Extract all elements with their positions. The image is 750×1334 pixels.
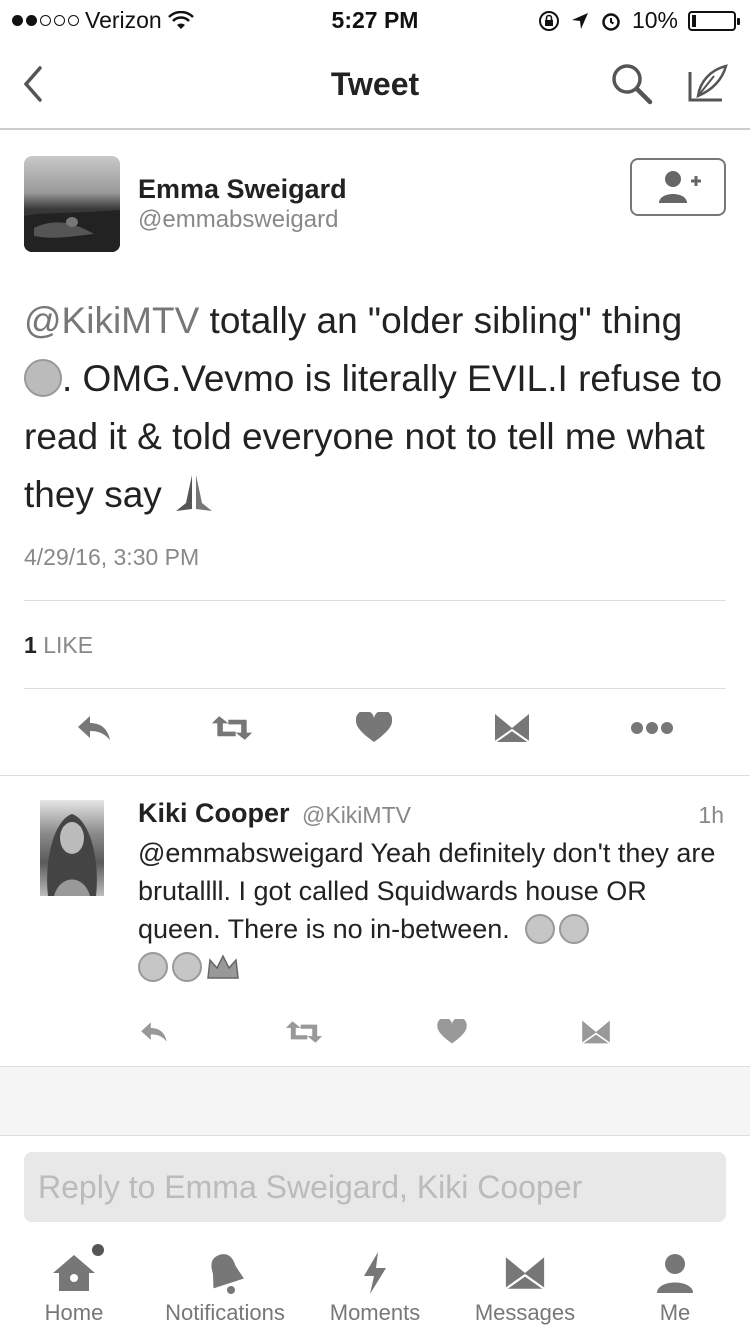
- tab-messages[interactable]: Messages: [468, 1248, 582, 1326]
- conversation-spacer: [0, 1066, 750, 1136]
- reply-avatar[interactable]: [40, 800, 104, 896]
- tweet-text: @KikiMTV totally an "older sibling" thin…: [24, 292, 724, 524]
- laughing-emoji-icon: [524, 914, 555, 944]
- reply-time: 1h: [698, 802, 724, 828]
- tab-notifications[interactable]: Notifications: [155, 1248, 295, 1326]
- search-icon[interactable]: [608, 60, 654, 106]
- tab-me[interactable]: Me: [640, 1248, 710, 1326]
- like-count-label: LIKE: [43, 632, 94, 658]
- nav-bar: Tweet: [0, 40, 750, 130]
- reply-reply-button[interactable]: [134, 1012, 174, 1052]
- reply-input[interactable]: Reply to Emma Sweigard, Kiki Cooper: [24, 1152, 726, 1222]
- author-avatar[interactable]: [24, 156, 120, 252]
- upside-down-face-emoji-icon: [558, 914, 589, 944]
- status-bar: Verizon 5:27 PM 10%: [0, 0, 750, 40]
- reply-actions: [0, 1012, 750, 1052]
- reply-author-handle[interactable]: @KikiMTV: [302, 802, 411, 829]
- retweet-icon: [285, 1021, 323, 1043]
- reply-author-name[interactable]: Kiki Cooper: [138, 798, 290, 829]
- add-user-icon: [659, 171, 701, 203]
- reply-retweet-button[interactable]: [284, 1012, 324, 1052]
- like-count-number: 1: [24, 632, 37, 658]
- lightning-icon: [364, 1252, 386, 1294]
- envelope-icon: [505, 1257, 545, 1290]
- tweet-text-part: . OMG.Vevmo is literally EVIL.I refuse t…: [24, 358, 723, 515]
- reply-text: @emmabsweigard Yeah definitely don't the…: [138, 834, 728, 986]
- reply-tweet[interactable]: Kiki Cooper @KikiMTV 1h @emmabsweigard Y…: [0, 776, 750, 1066]
- tab-bar: Home Notifications Moments Messages Me: [0, 1234, 750, 1334]
- like-button[interactable]: [352, 706, 396, 750]
- divider: [24, 600, 726, 601]
- more-button[interactable]: [630, 706, 674, 750]
- heart-icon: [356, 712, 392, 742]
- author-name[interactable]: Emma Sweigard: [138, 174, 347, 205]
- reply-icon: [78, 716, 110, 740]
- divider: [24, 688, 726, 689]
- likes-count[interactable]: 1 LIKE: [24, 632, 93, 659]
- retweet-icon: [211, 716, 253, 740]
- location-icon: [571, 12, 588, 29]
- bell-icon: [211, 1254, 244, 1294]
- more-dots-icon: [631, 722, 673, 734]
- reply-text-body: @emmabsweigard Yeah definitely don't the…: [138, 838, 716, 944]
- praying-hands-emoji-icon: [176, 475, 213, 511]
- tab-label: Me: [659, 1300, 691, 1325]
- reply-icon: [141, 1022, 167, 1042]
- tab-label: Notifications: [165, 1300, 285, 1325]
- upside-down-face-emoji-icon: [138, 952, 168, 982]
- direct-message-button[interactable]: [490, 706, 534, 750]
- envelope-icon: [581, 1020, 611, 1045]
- follow-button[interactable]: [630, 158, 726, 216]
- smiling-face-emoji-icon: [24, 359, 62, 397]
- retweet-button[interactable]: [210, 706, 254, 750]
- heart-icon: [437, 1019, 467, 1044]
- alarm-icon: [602, 12, 620, 31]
- reply-dm-button[interactable]: [576, 1012, 616, 1052]
- reply-button[interactable]: [72, 706, 116, 750]
- battery-icon: [688, 10, 740, 31]
- upside-down-face-emoji-icon: [172, 952, 202, 982]
- home-icon: [53, 1255, 95, 1291]
- tab-label: Home: [44, 1300, 104, 1325]
- tab-label: Moments: [329, 1300, 421, 1325]
- battery-percent: 10%: [631, 7, 678, 33]
- author-handle[interactable]: @emmabsweigard: [138, 206, 338, 234]
- status-right: 10%: [538, 7, 740, 34]
- tweet-actions: [0, 706, 750, 758]
- tab-home[interactable]: Home: [28, 1244, 120, 1326]
- notification-dot: [92, 1244, 104, 1256]
- tweet-timestamp: 4/29/16, 3:30 PM: [24, 544, 200, 570]
- tab-label: Messages: [474, 1300, 576, 1325]
- envelope-icon: [494, 714, 530, 743]
- person-icon: [657, 1254, 693, 1293]
- tweet-text-part: totally an "older sibling" thing: [199, 300, 683, 341]
- crown-emoji-icon: [207, 954, 239, 979]
- compose-icon[interactable]: [684, 60, 730, 106]
- reply-like-button[interactable]: [432, 1012, 472, 1052]
- rotation-lock-icon: [538, 10, 559, 31]
- tab-moments[interactable]: Moments: [322, 1248, 428, 1326]
- mention-link[interactable]: @KikiMTV: [24, 300, 199, 341]
